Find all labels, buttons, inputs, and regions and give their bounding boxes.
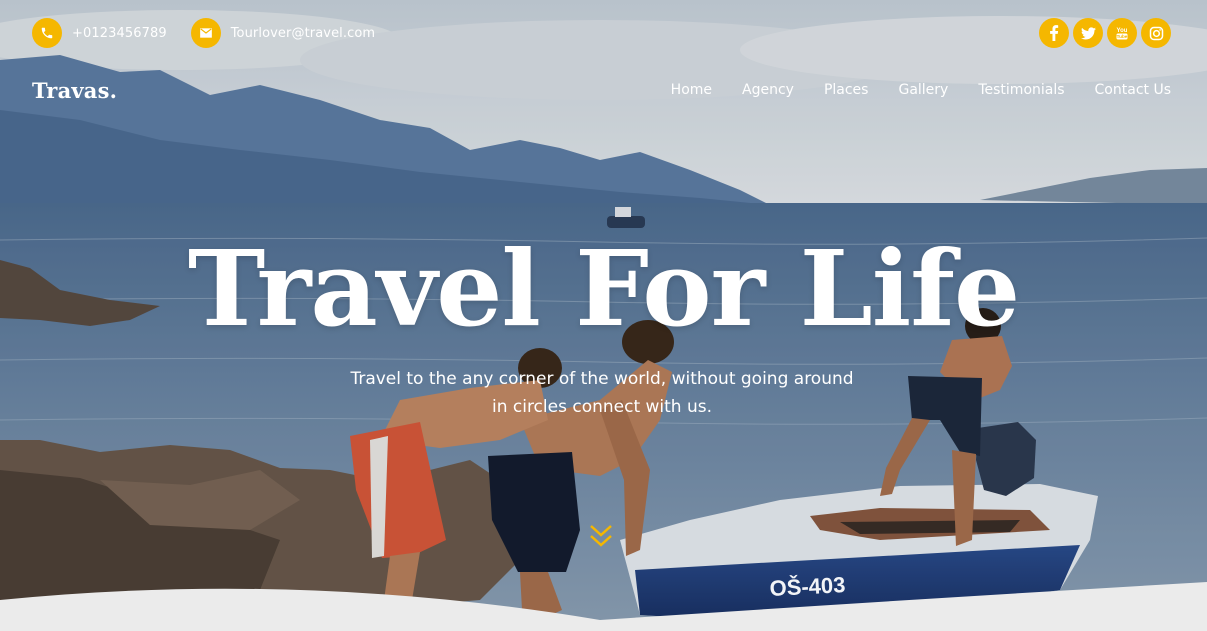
facebook-icon[interactable] [1039,18,1069,48]
chevron-down-icon[interactable] [588,522,614,552]
social-links: You Tube [1039,18,1171,48]
hero-title: Travel For Life [187,227,1020,350]
phone-icon [32,18,62,48]
main-navigation: Travas. Home Agency Places Gallery Testi… [32,74,1171,106]
instagram-icon[interactable] [1141,18,1171,48]
twitter-icon[interactable] [1073,18,1103,48]
svg-text:Tube: Tube [1117,34,1128,39]
youtube-icon[interactable]: You Tube [1107,18,1137,48]
hero-section: +0123456789 Tourlover@travel.com You Tub… [0,0,1207,631]
nav-item-places[interactable]: Places [824,82,869,98]
nav-item-testimonials[interactable]: Testimonials [978,82,1064,98]
hero-subtitle-line-2: in circles connect with us. [491,397,713,417]
nav-item-gallery[interactable]: Gallery [898,82,948,98]
top-bar: +0123456789 Tourlover@travel.com You Tub… [32,18,1171,48]
hero-subtitle: Travel to the any corner of the world, w… [300,365,904,421]
email-address: Tourlover@travel.com [230,25,376,41]
phone-number: +0123456789 [72,25,167,41]
nav-item-contact-us[interactable]: Contact Us [1095,82,1171,98]
hero-subtitle-line-1: Travel to the any corner of the world, w… [350,369,854,389]
svg-text:You: You [1117,28,1128,34]
nav-item-agency[interactable]: Agency [742,82,794,98]
envelope-icon [190,18,221,48]
phone-contact[interactable]: +0123456789 [32,18,167,48]
email-contact[interactable]: Tourlover@travel.com [190,18,376,48]
nav-item-home[interactable]: Home [671,82,712,98]
site-logo[interactable]: Travas. [32,78,117,103]
nav-menu: Home Agency Places Gallery Testimonials … [671,82,1171,98]
